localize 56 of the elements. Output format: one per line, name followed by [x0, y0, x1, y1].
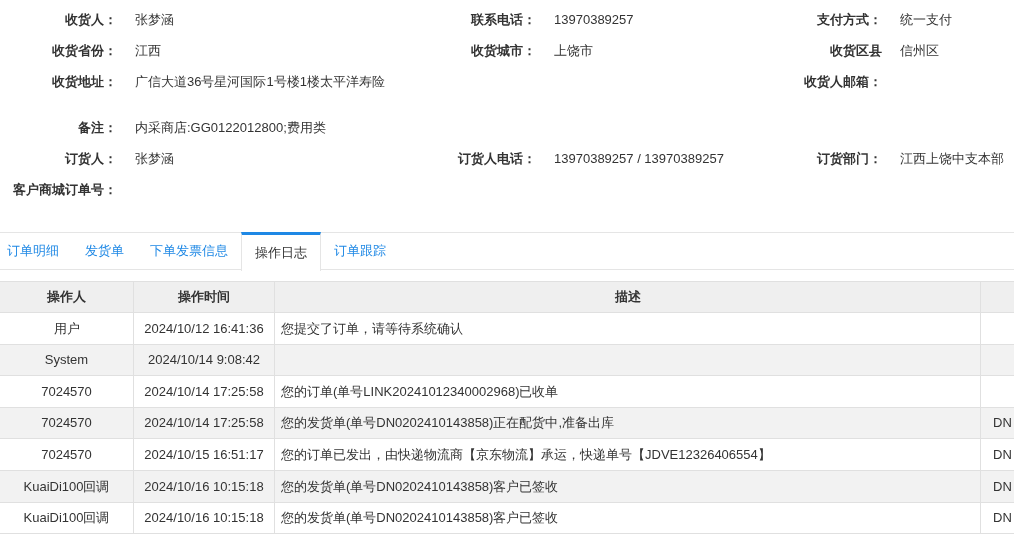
- tab[interactable]: 下单发票信息: [137, 232, 241, 270]
- field-label: 订货人：: [65, 150, 117, 166]
- table-cell-text: KuaiDi100回调: [23, 477, 110, 496]
- table-cell-text: DN: [993, 445, 1012, 464]
- table-cell-text: 2024/10/14 17:25:58: [144, 382, 264, 401]
- field-label: 支付方式：: [817, 11, 882, 27]
- field-label: 收货区县: [830, 42, 882, 58]
- tab[interactable]: 订单跟踪: [321, 232, 399, 270]
- field-label: 订货部门：: [817, 150, 882, 166]
- table-cell-text: DN: [993, 414, 1012, 433]
- table-cell-text: 您的发货单(单号DN0202410143858)客户已签收: [281, 509, 559, 528]
- field-value: 江西: [135, 42, 161, 58]
- field-label: 收货省份：: [52, 42, 117, 58]
- field-value: 江西上饶中支本部: [900, 150, 1004, 166]
- table-cell-text: 2024/10/16 10:15:18: [144, 477, 264, 496]
- field-value: 信州区: [900, 42, 939, 58]
- field-value: 13970389257 / 13970389257: [554, 150, 724, 166]
- table-cell-text: 2024/10/14 9:08:42: [147, 351, 261, 370]
- table-cell-text: 2024/10/16 10:15:18: [144, 509, 264, 528]
- field-label: 联系电话：: [471, 11, 536, 27]
- field-label: 收货人邮箱：: [804, 73, 882, 89]
- table-cell-text: 2024/10/12 16:41:36: [144, 319, 264, 338]
- field-label: 收货城市：: [471, 42, 536, 58]
- table-cell-text: KuaiDi100回调: [23, 509, 110, 528]
- table-cell-text: DN: [993, 477, 1012, 496]
- column-header: 操作时间: [178, 288, 230, 307]
- field-value: 13970389257: [554, 11, 634, 27]
- field-value: 统一支付: [900, 11, 952, 27]
- field-label: 备注：: [78, 119, 117, 135]
- field-value: 广信大道36号星河国际1号楼1楼太平洋寿险: [135, 73, 385, 89]
- tab[interactable]: 发货单: [72, 232, 137, 270]
- table-cell-text: 7024570: [41, 445, 92, 464]
- field-value: 内采商店:GG0122012800;费用类: [135, 119, 326, 135]
- field-value: 张梦涵: [135, 150, 174, 166]
- tab[interactable]: 操作日志: [241, 232, 321, 271]
- field-label: 客户商城订单号：: [13, 181, 117, 197]
- tab[interactable]: 订单明细: [0, 232, 72, 270]
- table-cell-text: 您提交了订单，请等待系统确认: [281, 319, 463, 338]
- table-cell-text: DN: [993, 509, 1012, 528]
- table-cell-text: 您的订单(单号LINK20241012340002968)已收单: [281, 382, 559, 401]
- table-cell-text: 您的发货单(单号DN0202410143858)客户已签收: [281, 477, 559, 496]
- table-cell-text: 7024570: [41, 382, 92, 401]
- table-cell-text: 7024570: [41, 414, 92, 433]
- field-value: 上饶市: [554, 42, 593, 58]
- table-cell-text: 用户: [53, 319, 80, 338]
- table-cell-text: 您的订单已发出，由快递物流商【京东物流】承运，快递单号【JDVE12326406554】: [281, 445, 771, 464]
- table-cell-text: 2024/10/15 16:51:17: [144, 445, 264, 464]
- field-value: 张梦涵: [135, 11, 174, 27]
- table-cell-text: System: [44, 351, 89, 370]
- table-cell-text: 您的发货单(单号DN0202410143858)正在配货中,准备出库: [281, 414, 615, 433]
- field-label: 收货地址：: [52, 73, 117, 89]
- field-label: 订货人电话：: [458, 150, 536, 166]
- table-cell-text: 2024/10/14 17:25:58: [144, 414, 264, 433]
- field-label: 收货人：: [65, 11, 117, 27]
- column-header: 描述: [614, 288, 641, 307]
- column-header: 操作人: [47, 288, 86, 307]
